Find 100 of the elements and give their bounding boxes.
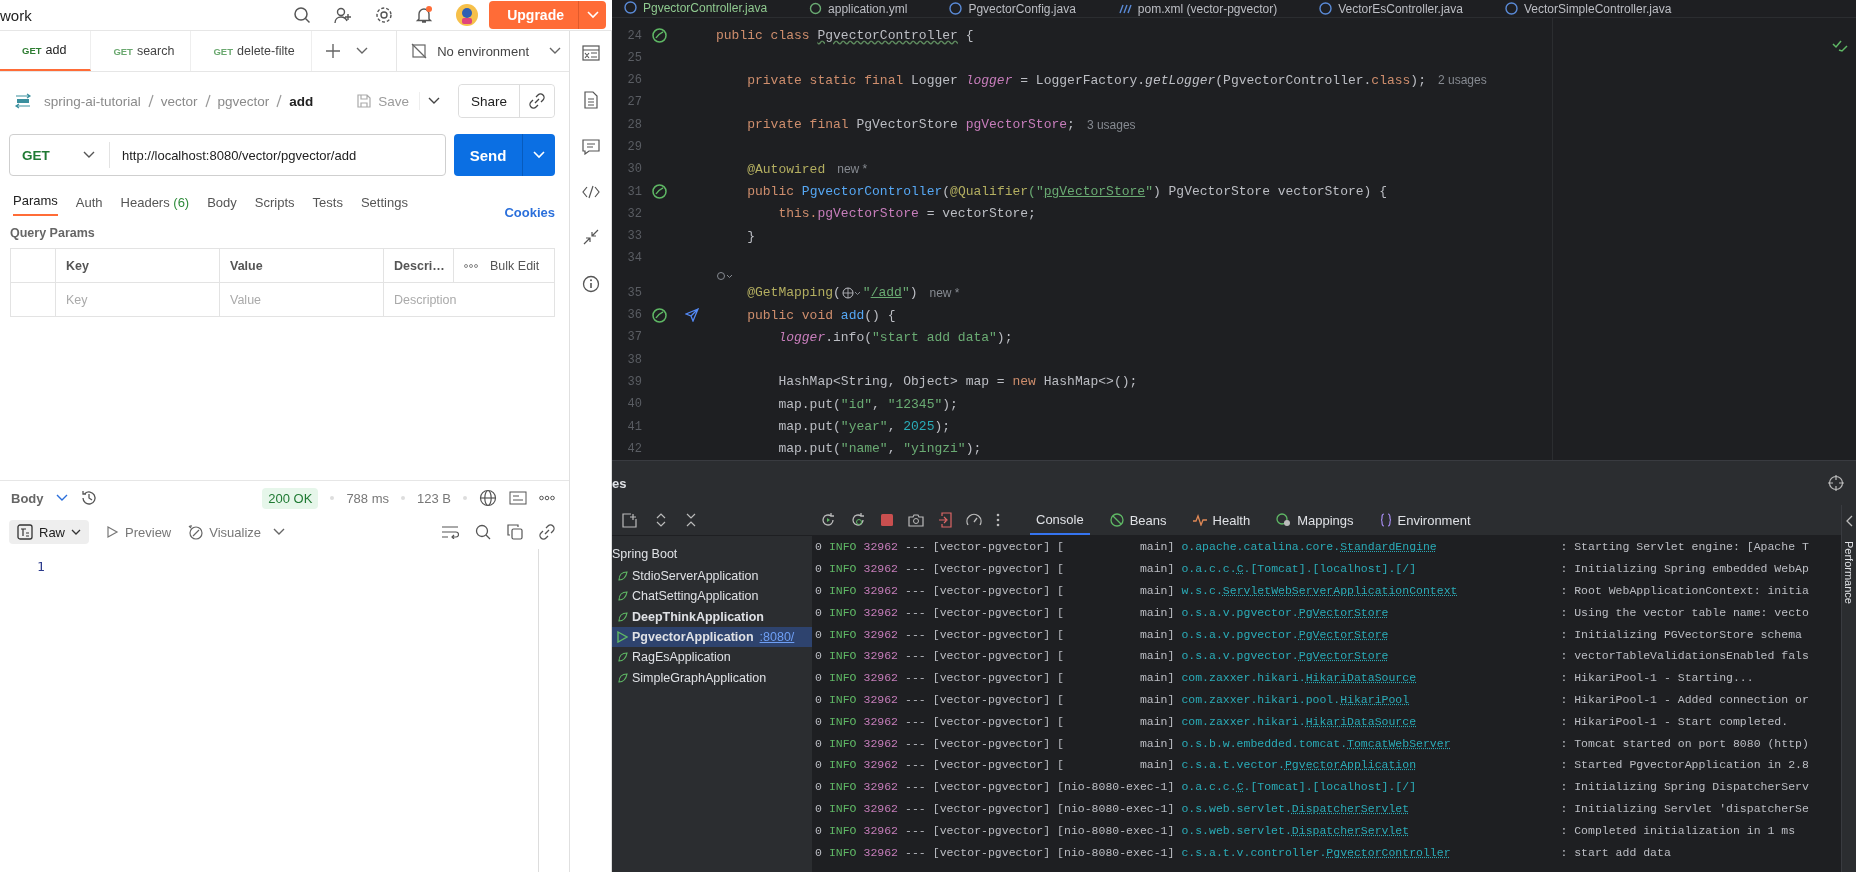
param-input[interactable]: Value xyxy=(230,292,383,307)
bell-icon[interactable] xyxy=(415,6,434,24)
view-mode-tab[interactable]: Raw xyxy=(9,520,89,544)
request-option-tab[interactable]: Auth xyxy=(75,195,103,216)
tree-item[interactable]: RagEsApplication xyxy=(612,647,812,668)
bean-icon[interactable] xyxy=(652,184,667,200)
variables-icon[interactable] xyxy=(581,45,600,61)
file-tab[interactable]: VectorSimpleController.java xyxy=(1492,0,1702,18)
send-icon[interactable] xyxy=(685,308,699,323)
file-tab[interactable]: pom.xml (vector-pgvector) xyxy=(1105,0,1308,18)
breadcrumb-item[interactable]: vector xyxy=(160,93,198,109)
chevron-icon[interactable] xyxy=(55,494,68,502)
more-icon[interactable] xyxy=(539,495,555,501)
tree-item[interactable]: PgvectorApplication :8080/ xyxy=(612,626,812,648)
collapse-icon[interactable] xyxy=(685,513,697,527)
file-tab[interactable]: PgvectorConfig.java xyxy=(937,0,1106,18)
view-mode-tab[interactable]: Visualize xyxy=(187,524,262,540)
param-input[interactable]: Key xyxy=(66,292,219,307)
exit-icon[interactable] xyxy=(938,512,952,528)
url-field[interactable]: http://localhost:8080/vector/pgvector/add xyxy=(110,147,357,163)
add-user-icon[interactable] xyxy=(333,6,354,24)
camera-icon[interactable] xyxy=(908,513,924,527)
request-option-tab[interactable]: Settings xyxy=(360,195,408,216)
file-tab[interactable]: application.yml xyxy=(797,0,938,18)
side-tab[interactable]: Performance xyxy=(1842,541,1856,604)
method-dropdown[interactable]: GET xyxy=(10,142,110,168)
document-icon[interactable] xyxy=(583,91,598,109)
new-window-icon[interactable] xyxy=(622,512,637,528)
tree-item[interactable]: StdioServerApplication xyxy=(612,566,812,587)
request-option-tab[interactable]: Headers (6) xyxy=(120,195,190,216)
code-icon[interactable] xyxy=(581,185,600,199)
gauge-icon[interactable] xyxy=(966,513,982,527)
chevron-icon[interactable] xyxy=(355,47,368,55)
request-option-tab[interactable]: Tests xyxy=(312,195,343,216)
inlay-hint-icon[interactable] xyxy=(716,270,734,281)
file-tab[interactable]: VectorEsController.java xyxy=(1307,0,1493,18)
bulk-edit-link[interactable]: Bulk Edit xyxy=(490,258,540,273)
view-mode-tab[interactable]: Preview xyxy=(105,524,172,540)
log-line: 0 INFO 32962 --- [vector-pgvector] [ main] o.s.a.v.pgvector.PgVectorStore : Using the vector table name: vecto xyxy=(815,604,1810,621)
cookies-link[interactable]: Cookies xyxy=(504,205,555,220)
request-option-tab[interactable]: Scripts xyxy=(254,195,295,216)
search-icon[interactable] xyxy=(475,524,491,540)
more-icon[interactable] xyxy=(996,513,1000,527)
chevron-icon[interactable] xyxy=(427,97,440,105)
request-tab[interactable]: GET delete-filte xyxy=(191,31,312,71)
chevron-icon[interactable] xyxy=(1845,515,1853,527)
class-icon xyxy=(949,2,963,16)
tree-item[interactable]: SimpleGraphApplication xyxy=(612,667,812,688)
console-tab[interactable]: Health xyxy=(1186,505,1257,535)
environment-selector[interactable]: No environment xyxy=(396,31,569,71)
comment-icon[interactable] xyxy=(581,139,600,155)
tree-item[interactable]: DeepThinkApplication xyxy=(612,606,812,627)
code-line: map.put("name", "yingzi"); xyxy=(777,441,982,457)
chevron-icon[interactable] xyxy=(273,528,286,536)
code-line: @GetMapping( "/add") new * xyxy=(746,285,960,301)
share-button[interactable]: Share xyxy=(458,85,520,117)
console-tab[interactable]: Mappings xyxy=(1270,505,1360,535)
avatar-icon[interactable] xyxy=(455,3,480,27)
copy-icon[interactable] xyxy=(507,524,523,540)
rerun-icon[interactable] xyxy=(820,512,836,528)
console-tab[interactable]: Beans xyxy=(1103,505,1173,535)
globe-icon[interactable] xyxy=(479,489,497,507)
response-size: 123 B xyxy=(417,490,451,506)
expand-icon[interactable] xyxy=(655,512,667,528)
info-icon[interactable] xyxy=(581,275,600,293)
bean-icon[interactable] xyxy=(652,307,667,323)
caret-icon xyxy=(71,529,81,535)
console-tab[interactable]: Environment xyxy=(1373,505,1477,535)
settings-icon[interactable] xyxy=(375,6,394,24)
history-icon[interactable] xyxy=(79,489,98,507)
request-option-tab[interactable]: Body xyxy=(207,195,237,216)
console-tab[interactable]: Console xyxy=(1030,505,1090,535)
crosshair-icon[interactable] xyxy=(1828,475,1844,491)
leaf-icon xyxy=(616,671,628,684)
file-tab[interactable]: PgvectorController.java xyxy=(612,0,798,18)
search-icon[interactable] xyxy=(293,6,312,24)
line-number: 36 xyxy=(626,308,642,323)
breadcrumb-item[interactable]: spring-ai-tutorial xyxy=(44,93,141,109)
wrap-icon[interactable] xyxy=(441,525,459,539)
code-line: public class PgvectorController { xyxy=(716,28,974,43)
bean-icon[interactable] xyxy=(652,28,667,43)
param-input[interactable]: Description xyxy=(394,292,554,307)
request-option-tab[interactable]: Params xyxy=(13,193,58,216)
send-menu-button[interactable] xyxy=(522,134,555,176)
rerun-debug-icon[interactable] xyxy=(850,512,866,528)
request-tab[interactable]: GET search xyxy=(91,31,192,71)
upgrade-menu-button[interactable] xyxy=(578,1,606,29)
request-tab[interactable]: GET add xyxy=(0,31,92,71)
stop-icon[interactable] xyxy=(880,513,894,527)
collapse-icon[interactable] xyxy=(582,229,599,245)
breadcrumb-item[interactable]: pgvector xyxy=(217,93,270,109)
tree-group[interactable]: Spring Boot xyxy=(612,547,678,561)
response-body-label[interactable]: Body xyxy=(11,490,44,506)
log-line: 0 INFO 32962 --- [vector-pgvector] [nio-8080-exec-1] c.s.a.t.v.controller.PgvectorController : start add data xyxy=(815,844,1672,861)
log-line: 0 INFO 32962 --- [vector-pgvector] [ main] o.s.a.v.pgvector.PgVectorStore : Initializing PGVectorStore schema xyxy=(815,626,1803,643)
add-tab-icon[interactable] xyxy=(325,44,340,58)
send-button[interactable]: Send xyxy=(454,134,522,176)
link-icon[interactable] xyxy=(539,524,555,540)
tree-item[interactable]: ChatSettingApplication xyxy=(612,586,812,607)
caret-icon xyxy=(533,151,545,159)
